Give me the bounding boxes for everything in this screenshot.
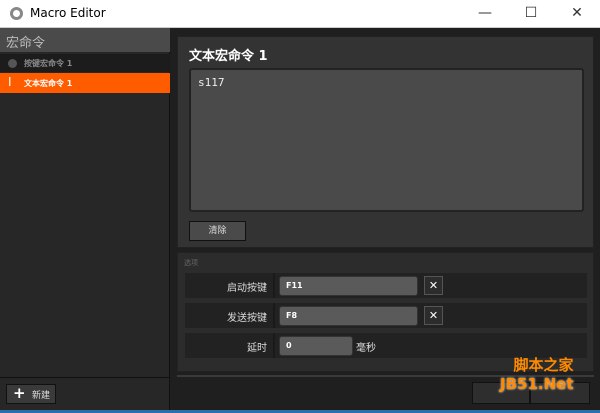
- window-title: Macro Editor: [30, 6, 106, 20]
- maximize-button[interactable]: ☐: [508, 0, 554, 28]
- delay-unit: 毫秒: [356, 343, 376, 354]
- clear-button[interactable]: 清除: [189, 221, 246, 241]
- plus-icon: +: [13, 384, 26, 402]
- start-key-label: 启动按键: [227, 283, 267, 294]
- delay-label: 延时: [247, 343, 267, 354]
- new-macro-button[interactable]: + 新建: [6, 384, 56, 404]
- close-icon: ✕: [428, 309, 439, 322]
- macro-list-item-text[interactable]: I 文本宏命令 1: [0, 73, 170, 93]
- options-label: 选项: [184, 259, 198, 267]
- divider: [273, 273, 275, 298]
- close-button[interactable]: ✕: [554, 0, 600, 28]
- delay-input[interactable]: 0: [279, 336, 353, 356]
- start-key-input[interactable]: F11: [279, 276, 418, 296]
- send-key-label: 发送按键: [227, 313, 267, 324]
- sidebar-divider: [0, 377, 170, 378]
- macro-text-input[interactable]: [189, 68, 584, 212]
- macro-item-label: 按键宏命令 1: [24, 59, 73, 68]
- new-button-label: 新建: [32, 391, 51, 401]
- title-bar: Macro Editor — ☐ ✕: [0, 0, 600, 28]
- clear-start-key-button[interactable]: ✕: [424, 276, 443, 295]
- send-key-input[interactable]: F8: [279, 306, 418, 326]
- divider: [273, 303, 275, 328]
- clear-send-key-button[interactable]: ✕: [424, 306, 443, 325]
- minimize-button[interactable]: —: [462, 0, 508, 28]
- key-macro-icon: [8, 59, 17, 68]
- macro-item-label: 文本宏命令 1: [24, 79, 73, 88]
- app-logo-icon: [10, 7, 23, 20]
- text-cursor-icon: I: [8, 75, 12, 89]
- watermark: 脚本之家 JB51.Net: [500, 354, 573, 393]
- close-icon: ✕: [428, 279, 439, 292]
- macro-list-item-key[interactable]: 按键宏命令 1: [0, 54, 170, 72]
- watermark-line2: JB51.Net: [500, 375, 574, 393]
- divider: [273, 333, 275, 358]
- sidebar-header: 宏命令: [0, 28, 170, 52]
- watermark-line1: 脚本之家: [513, 356, 574, 374]
- macro-title: 文本宏命令 1: [189, 49, 268, 64]
